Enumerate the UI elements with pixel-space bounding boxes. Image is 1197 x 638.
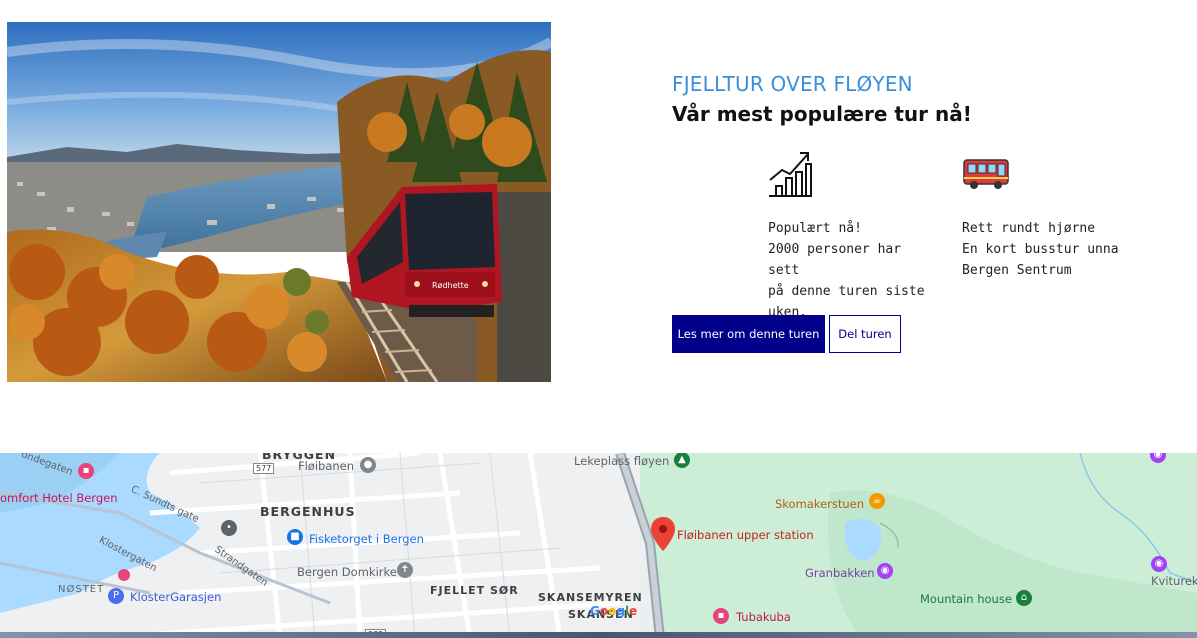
attraction-pin-icon[interactable]: ◉ xyxy=(1151,556,1167,572)
map-label-granbakken[interactable]: Granbakken xyxy=(805,566,875,580)
read-more-button[interactable]: Les mer om denne turen xyxy=(672,315,825,353)
hero-photo: Rødhette xyxy=(7,22,551,382)
bus-icon xyxy=(962,150,1162,198)
google-logo: Google xyxy=(590,604,638,618)
tour-kicker: FJELLTUR OVER FLØYEN xyxy=(672,72,913,96)
map-label-bergen-domkirke[interactable]: Bergen Domkirke xyxy=(297,565,397,579)
feature-location: Rett rundt hjørne En kort busstur unna B… xyxy=(962,150,1162,281)
parking-pin-icon[interactable]: P xyxy=(108,588,124,604)
attraction-pin-icon[interactable]: ◉ xyxy=(877,563,893,579)
map-label-fjellet-sor: FJELLET SØR xyxy=(430,584,519,597)
hotel-pin-icon[interactable]: ▪ xyxy=(78,463,94,479)
map-label-bergenhus: BERGENHUS xyxy=(260,504,356,519)
map-label-fisketorget[interactable]: Fisketorget i Bergen xyxy=(309,532,424,546)
map-label-lekeplass[interactable]: Lekeplass fløyen xyxy=(574,454,669,468)
feature-popular-line-2: 2000 personer har sett xyxy=(768,242,902,278)
map-label-floibanen-upper[interactable]: Fløibanen upper station xyxy=(677,528,814,542)
tour-headline: Vår mest populære tur nå! xyxy=(672,102,972,126)
feature-location-line-1: Rett rundt hjørne xyxy=(962,221,1096,236)
feature-location-line-3: Bergen Sentrum xyxy=(962,263,1072,278)
feature-popular: Populært nå! 2000 personer har sett på d… xyxy=(768,150,938,323)
lodging-pin-icon[interactable]: ▪ xyxy=(713,608,729,624)
map-label-nostet: NØSTET xyxy=(58,584,105,595)
market-pin-icon[interactable]: ■ xyxy=(287,529,303,545)
map-label-klostergarasjen[interactable]: KlosterGarasjen xyxy=(130,590,221,604)
funicular-photo: Rødhette xyxy=(7,22,551,382)
bottom-divider xyxy=(0,632,1197,638)
map-label-comfort-hotel[interactable]: omfort Hotel Bergen xyxy=(0,491,118,505)
map-label-skansemyren: SKANSEMYREN xyxy=(538,591,643,604)
info-pin-icon[interactable]: • xyxy=(221,520,237,536)
map-label-skomakerstuen[interactable]: Skomakerstuen xyxy=(775,497,864,511)
feature-popular-line-1: Populært nå! xyxy=(768,221,862,236)
share-tour-button[interactable]: Del turen xyxy=(829,315,901,353)
road-shield-577: 577 xyxy=(253,463,275,474)
map-label-floibanen[interactable]: Fløibanen xyxy=(298,459,354,473)
cafe-pin-icon[interactable]: ☕ xyxy=(869,493,885,509)
lodging-pin-icon[interactable]: ⌂ xyxy=(1016,590,1032,606)
feature-popular-line-3: på denne turen siste xyxy=(768,284,925,299)
promo-header: FJELLTUR OVER FLØYEN Vår mest populære t… xyxy=(672,72,1172,126)
map-label-kviturek: Kviturek xyxy=(1151,574,1197,588)
trending-chart-icon xyxy=(768,150,938,198)
map-label-tubakuba[interactable]: Tubakuba xyxy=(736,610,791,624)
transit-pin-icon[interactable]: ● xyxy=(360,457,376,473)
hotel-pin-icon[interactable] xyxy=(118,569,130,581)
feature-location-line-2: En kort busstur unna xyxy=(962,242,1119,257)
train-text: Rødhette xyxy=(432,281,469,290)
page: Rødhette FJELLTUR OVER FLØYEN Vår mest p… xyxy=(0,0,1197,638)
map-label-mountain-house[interactable]: Mountain house xyxy=(920,592,1012,606)
embedded-map[interactable]: BRYGGEN 577 Fløibanen ● Lekeplass fløyen… xyxy=(0,453,1197,638)
church-pin-icon[interactable]: ✝ xyxy=(397,562,413,578)
